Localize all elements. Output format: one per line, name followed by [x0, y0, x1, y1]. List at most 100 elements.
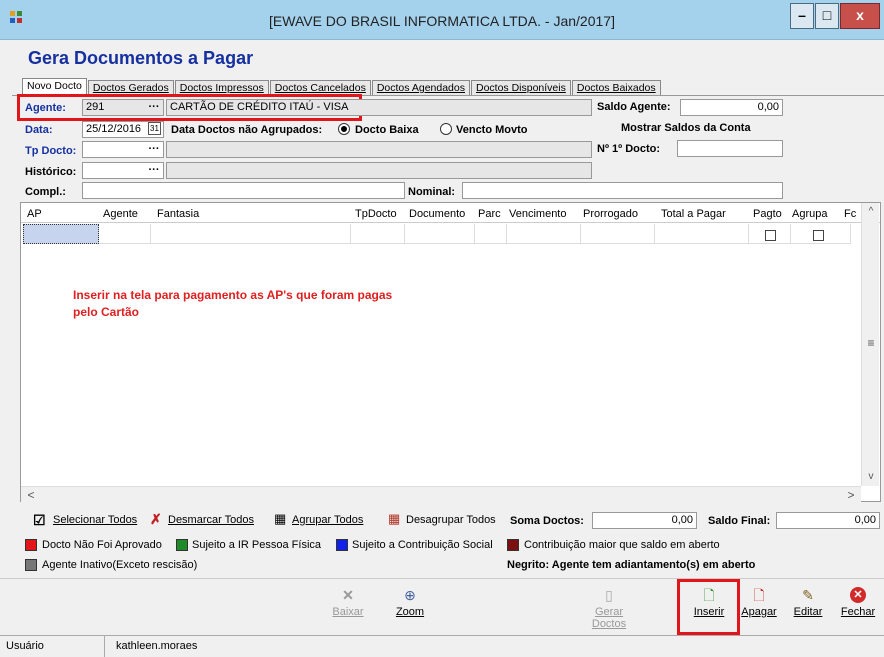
grid-cell-documento[interactable]: [405, 224, 475, 244]
scroll-left-icon[interactable]: <: [25, 488, 37, 502]
historico-label: Histórico:: [25, 166, 77, 178]
tab-doctos-agendados[interactable]: Doctos Agendados: [371, 80, 470, 96]
mostrar-saldos-link[interactable]: Mostrar Saldos da Conta: [621, 122, 751, 134]
nominal-field[interactable]: [462, 182, 783, 199]
saldo-final-field: 0,00: [776, 512, 880, 529]
legend-swatch-green: [176, 539, 188, 551]
desagrupar-todos-button[interactable]: Desagrupar Todos: [406, 514, 496, 526]
grid-cell-agente[interactable]: [99, 224, 151, 244]
delete-document-icon: 🗋: [753, 587, 765, 603]
pagto-checkbox[interactable]: [765, 230, 776, 241]
col-fantasia[interactable]: Fantasia: [157, 208, 199, 220]
legend-swatch-gray: [25, 559, 37, 571]
tab-doctos-baixados[interactable]: Doctos Baixados: [571, 80, 661, 96]
fechar-button[interactable]: ✕ Fechar: [838, 579, 878, 629]
ungroup-icon: ▦: [388, 511, 401, 526]
calendar-icon[interactable]: 31: [148, 122, 161, 135]
gerar-doctos-button[interactable]: ▯ Gerar Doctos: [584, 579, 634, 630]
status-user-label: Usuário: [6, 640, 44, 652]
x-icon: ✕: [342, 587, 354, 603]
highlight-inserir: [677, 579, 740, 635]
apagar-label: Apagar: [741, 606, 777, 618]
primeiro-docto-field[interactable]: [677, 140, 783, 157]
radio-docto-baixa-label: Docto Baixa: [355, 124, 419, 136]
grid-cell-agrupa[interactable]: [791, 224, 851, 244]
legend-inativo: Agente Inativo(Exceto rescisão): [42, 559, 198, 571]
grid-cell-ap[interactable]: [23, 224, 99, 244]
saldo-agente-field: 0,00: [680, 99, 783, 116]
fechar-label: Fechar: [840, 606, 876, 618]
col-parc[interactable]: Parc: [478, 208, 501, 220]
col-total-a-pagar[interactable]: Total a Pagar: [661, 208, 726, 220]
grid-cell-vencimento[interactable]: [507, 224, 581, 244]
col-pagto[interactable]: Pagto: [753, 208, 782, 220]
col-documento[interactable]: Documento: [409, 208, 465, 220]
grid-cell-tpdocto[interactable]: [351, 224, 405, 244]
col-prorrogado[interactable]: Prorrogado: [583, 208, 638, 220]
grid-cell-fantasia[interactable]: [151, 224, 351, 244]
scroll-up-icon[interactable]: ^: [864, 206, 878, 217]
tp-docto-lookup-button[interactable]: ···: [146, 143, 162, 155]
annotation-note: Inserir na tela para pagamento as AP's q…: [73, 288, 393, 319]
zoom-button[interactable]: ⊕ Zoom: [390, 579, 430, 629]
col-agente[interactable]: Agente: [103, 208, 138, 220]
editar-button[interactable]: ✎ Editar: [790, 579, 826, 629]
close-window-button[interactable]: x: [840, 3, 880, 29]
legend-swatch-blue: [336, 539, 348, 551]
agente-lookup-button[interactable]: ···: [146, 101, 162, 113]
data-label: Data:: [25, 124, 53, 136]
compl-field[interactable]: [82, 182, 405, 199]
checkmark-icon: ☑: [33, 512, 46, 528]
col-ap[interactable]: AP: [27, 208, 42, 220]
agente-label: Agente:: [25, 102, 66, 114]
status-bar: Usuário kathleen.moraes: [0, 635, 884, 657]
legend-contrib-social: Sujeito a Contribuição Social: [352, 539, 493, 551]
tp-docto-label: Tp Docto:: [25, 145, 77, 157]
col-fc[interactable]: Fc: [844, 208, 858, 220]
soma-doctos-field: 0,00: [592, 512, 697, 529]
desmarcar-todos-button[interactable]: Desmarcar Todos: [168, 514, 254, 526]
historico-lookup-button[interactable]: ···: [146, 164, 162, 176]
scroll-down-icon[interactable]: v: [864, 471, 878, 482]
close-icon: ✕: [850, 587, 866, 603]
selecionar-todos-button[interactable]: Selecionar Todos: [53, 514, 137, 526]
grid-cell-total[interactable]: [655, 224, 749, 244]
col-agrupa[interactable]: Agrupa: [792, 208, 827, 220]
grid-cell-prorrogado[interactable]: [581, 224, 655, 244]
legend-swatch-red: [25, 539, 37, 551]
agrupa-checkbox[interactable]: [813, 230, 824, 241]
zoom-icon: ⊕: [404, 587, 416, 603]
col-vencimento[interactable]: Vencimento: [509, 208, 566, 220]
tab-doctos-disponiveis[interactable]: Doctos Disponíveis: [470, 80, 571, 96]
maximize-button[interactable]: □: [815, 3, 839, 29]
page-title: Gera Documentos a Pagar: [28, 48, 254, 68]
uncheck-icon: ✗: [150, 511, 162, 527]
radio-vencto-movto[interactable]: [440, 123, 452, 135]
title-bar: [EWAVE DO BRASIL INFORMATICA LTDA. - Jan…: [0, 0, 884, 40]
apagar-button[interactable]: 🗋 Apagar: [738, 579, 780, 629]
scroll-grip-icon[interactable]: ≡: [864, 336, 878, 350]
documents-grid[interactable]: AP Agente Fantasia TpDocto Documento Par…: [20, 202, 881, 502]
legend-negrito: Negrito: Agente tem adiantamento(s) em a…: [507, 559, 756, 571]
radio-docto-baixa[interactable]: [338, 123, 350, 135]
legend-ir-pf: Sujeito a IR Pessoa Física: [192, 539, 322, 551]
tp-docto-desc-field: [166, 141, 592, 158]
scroll-right-icon[interactable]: >: [845, 488, 857, 502]
baixar-button[interactable]: ✕ Baixar: [328, 579, 368, 629]
minimize-button[interactable]: –: [790, 3, 814, 29]
col-tpdocto[interactable]: TpDocto: [355, 208, 397, 220]
document-icon: ▯: [605, 587, 613, 603]
vertical-scrollbar[interactable]: ^ ≡ v: [861, 203, 879, 486]
soma-doctos-label: Soma Doctos:: [510, 515, 584, 527]
agrupar-todos-button[interactable]: Agrupar Todos: [292, 514, 363, 526]
edit-icon: ✎: [802, 587, 814, 603]
saldo-agente-label: Saldo Agente:: [597, 101, 671, 113]
grid-cell-pagto[interactable]: [749, 224, 791, 244]
legend-contrib-maior: Contribuição maior que saldo em aberto: [524, 539, 720, 551]
legend-nao-aprovado: Docto Não Foi Aprovado: [42, 539, 162, 551]
agente-name-field: CARTÃO DE CRÉDITO ITAÚ - VISA: [166, 99, 592, 116]
zoom-label: Zoom: [395, 606, 425, 618]
grid-header: AP Agente Fantasia TpDocto Documento Par…: [21, 203, 880, 223]
grid-cell-parc[interactable]: [475, 224, 507, 244]
horizontal-scrollbar[interactable]: < >: [21, 486, 861, 502]
